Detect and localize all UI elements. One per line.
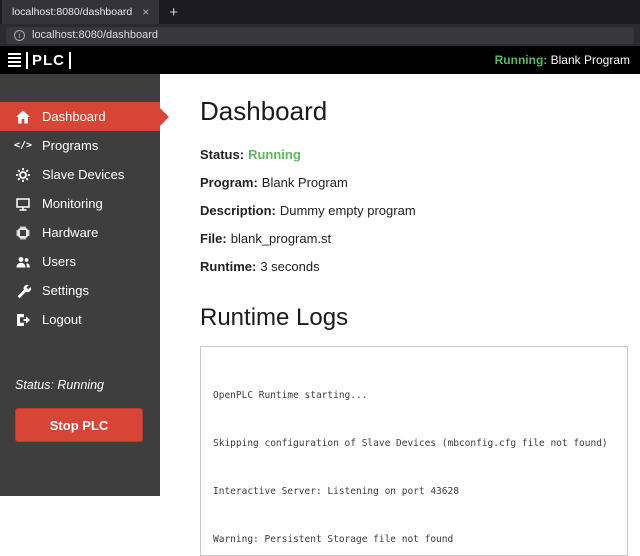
gear-icon	[15, 167, 31, 183]
logo-text: PLC	[26, 51, 71, 69]
sidebar-item-label: Settings	[42, 283, 89, 298]
header-status-label: Running:	[494, 53, 548, 67]
logout-icon	[15, 312, 31, 328]
sidebar-item-label: Slave Devices	[42, 167, 125, 182]
app-header: PLC Running: Blank Program	[0, 46, 640, 74]
sidebar-item-label: Dashboard	[42, 109, 106, 124]
program-field: Program: Blank Program	[200, 175, 348, 190]
users-icon	[15, 254, 31, 270]
site-info-icon[interactable]: i	[14, 29, 25, 41]
runtime-logs-title: Runtime Logs	[200, 304, 349, 331]
home-icon	[15, 109, 31, 125]
chip-icon	[15, 225, 31, 241]
header-status: Running: Blank Program	[495, 53, 630, 67]
sidebar-item-users[interactable]: Users	[0, 247, 160, 276]
openplc-logo[interactable]: PLC	[8, 51, 71, 69]
sidebar-item-monitoring[interactable]: Monitoring	[0, 189, 160, 218]
sidebar-item-slave-devices[interactable]: Slave Devices	[0, 160, 160, 189]
sidebar-item-logout[interactable]: Logout	[0, 305, 160, 334]
sidebar-item-programs[interactable]: </> Programs	[0, 131, 160, 160]
sidebar-item-label: Logout	[42, 312, 82, 327]
status-value: Running	[248, 147, 301, 162]
tab-close-icon[interactable]: ×	[142, 6, 149, 18]
page-title: Dashboard	[200, 96, 328, 126]
log-line: Warning: Persistent Storage file not fou…	[213, 534, 454, 545]
runtime-log-box[interactable]: OpenPLC Runtime starting... Skipping con…	[200, 346, 628, 556]
browser-tab-strip: localhost:8080/dashboard × +	[0, 0, 640, 24]
page-body: Dashboard </> Programs Slave Devices Mon…	[0, 74, 640, 556]
monitor-icon	[15, 196, 31, 212]
file-field: File: blank_program.st	[200, 231, 332, 246]
runtime-field: Runtime: 3 seconds	[200, 259, 320, 274]
sidebar-item-settings[interactable]: Settings	[0, 276, 160, 305]
url-text: localhost:8080/dashboard	[32, 29, 158, 41]
header-status-value: Blank Program	[550, 53, 630, 67]
stop-plc-button[interactable]: Stop PLC	[15, 408, 143, 442]
sidebar-item-label: Hardware	[42, 225, 99, 240]
sidebar-status-label: Status:	[15, 378, 54, 392]
status-field: Status: Running	[200, 147, 301, 162]
log-line: Interactive Server: Listening on port 43…	[213, 486, 459, 497]
sidebar-item-label: Programs	[42, 138, 99, 153]
url-field[interactable]: i localhost:8080/dashboard	[6, 26, 634, 44]
logo-bars-icon	[8, 53, 21, 67]
tab-title: localhost:8080/dashboard	[12, 6, 133, 18]
browser-address-bar: i localhost:8080/dashboard	[0, 24, 640, 46]
sidebar-item-hardware[interactable]: Hardware	[0, 218, 160, 247]
sidebar-item-label: Users	[42, 254, 76, 269]
sidebar: Dashboard </> Programs Slave Devices Mon…	[0, 74, 169, 496]
sidebar-status: Status: Running	[0, 378, 160, 392]
sidebar-item-label: Monitoring	[42, 196, 103, 211]
main-content: Dashboard Status: Running Program: Blank P…	[160, 74, 640, 556]
log-line: OpenPLC Runtime starting...	[213, 390, 368, 401]
code-icon: </>	[13, 140, 33, 151]
description-field: Description: Dummy empty program	[200, 203, 416, 218]
log-line: Skipping configuration of Slave Devices …	[213, 438, 608, 449]
sidebar-status-value: Running	[57, 378, 104, 392]
sidebar-item-dashboard[interactable]: Dashboard	[0, 102, 169, 131]
new-tab-icon[interactable]: +	[169, 4, 178, 21]
wrench-icon	[15, 283, 31, 299]
browser-tab[interactable]: localhost:8080/dashboard ×	[2, 0, 160, 24]
